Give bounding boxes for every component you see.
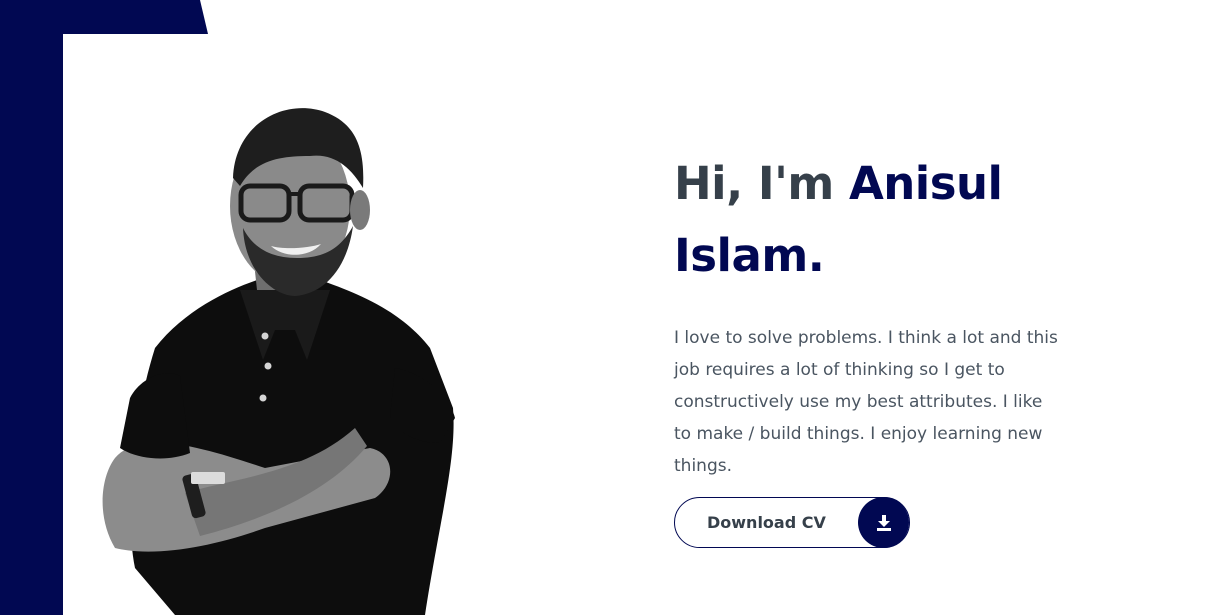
download-cv-button[interactable]: Download CV — [674, 497, 910, 548]
decorative-navy-tab — [0, 0, 208, 34]
last-name: Islam. — [674, 229, 825, 282]
download-icon — [858, 497, 909, 548]
first-name: Anisul — [848, 157, 1003, 210]
hero-section: Hi, I'm Anisul Islam. I love to solve pr… — [674, 148, 1074, 482]
download-cv-label: Download CV — [707, 513, 826, 532]
hero-title: Hi, I'm Anisul Islam. — [674, 148, 1074, 292]
profile-photo — [102, 108, 455, 615]
hero-description: I love to solve problems. I think a lot … — [674, 328, 1058, 476]
greeting-text: Hi, I'm — [674, 157, 849, 210]
decorative-navy-bar — [0, 0, 63, 615]
